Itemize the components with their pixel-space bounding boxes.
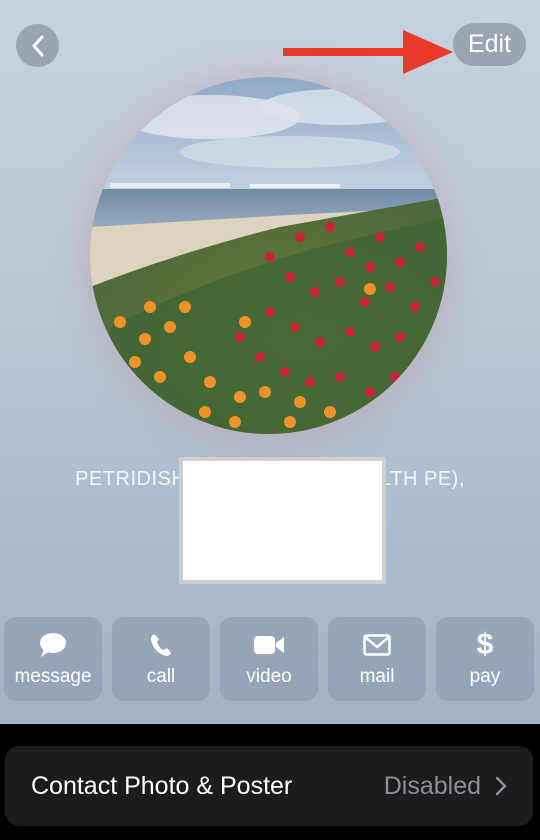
edit-button[interactable]: Edit bbox=[453, 23, 526, 66]
settings-row-value: Disabled bbox=[383, 771, 481, 800]
chevron-right-icon bbox=[495, 776, 507, 796]
contact-photo[interactable] bbox=[90, 77, 447, 434]
message-button[interactable]: message bbox=[4, 617, 102, 701]
video-icon bbox=[254, 636, 284, 654]
call-button[interactable]: call bbox=[112, 617, 210, 701]
mail-button[interactable]: mail bbox=[328, 617, 426, 701]
chevron-left-icon bbox=[32, 35, 43, 56]
redaction-box bbox=[179, 457, 386, 584]
phone-icon bbox=[151, 634, 171, 656]
contact-photo-poster-row[interactable]: Contact Photo & Poster Disabled bbox=[5, 746, 533, 826]
pay-label: pay bbox=[469, 666, 501, 687]
video-button[interactable]: video bbox=[220, 617, 318, 701]
message-icon bbox=[40, 633, 66, 657]
call-label: call bbox=[146, 666, 176, 687]
pay-button[interactable]: $ pay bbox=[436, 617, 534, 701]
back-button[interactable] bbox=[16, 24, 59, 67]
contact-header: Edit PETRIDISH LTH PE), message call vid… bbox=[0, 0, 540, 724]
video-label: video bbox=[246, 666, 292, 687]
quick-actions: message call video mail $ pay bbox=[4, 617, 534, 701]
dollar-icon: $ bbox=[476, 628, 494, 661]
mail-label: mail bbox=[359, 666, 395, 687]
red-arrow-annotation bbox=[283, 30, 453, 74]
mail-icon bbox=[363, 634, 391, 656]
message-label: message bbox=[14, 666, 92, 687]
contact-photo-image bbox=[90, 77, 447, 434]
settings-row-title: Contact Photo & Poster bbox=[31, 771, 293, 800]
